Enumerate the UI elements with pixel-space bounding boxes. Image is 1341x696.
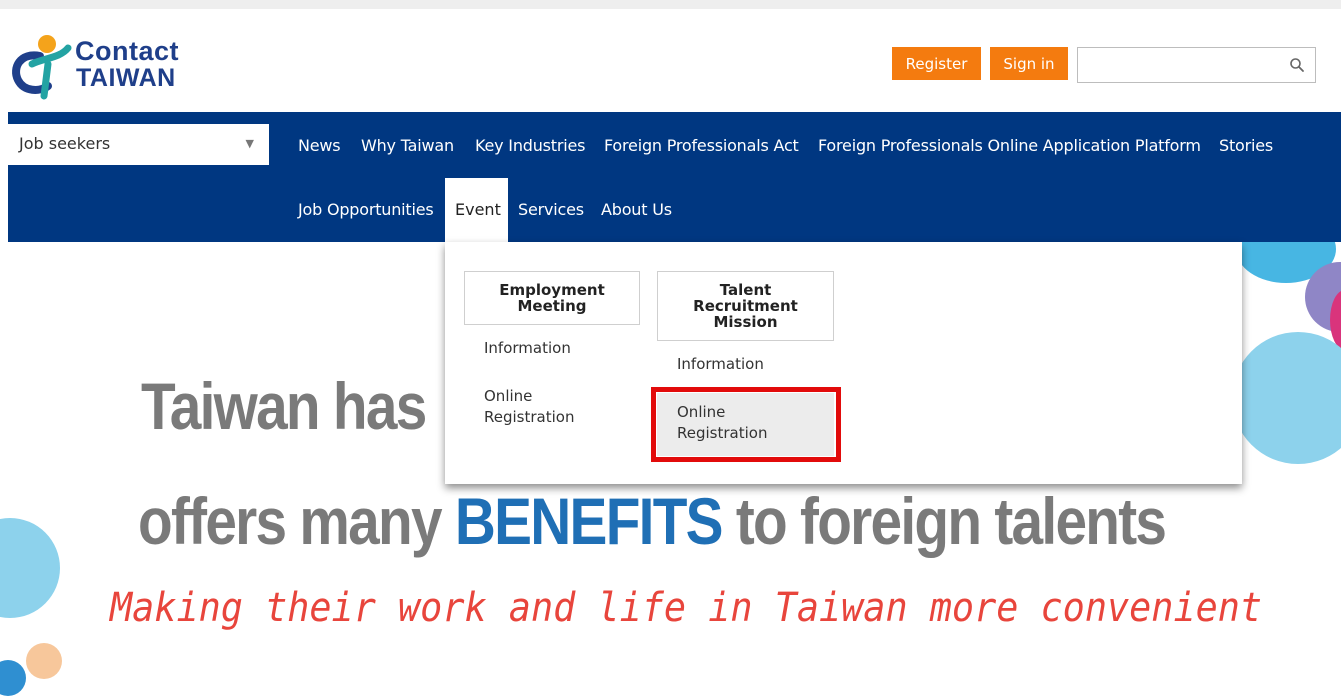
nav-services[interactable]: Services [518,200,584,219]
audience-select[interactable]: Job seekers ▼ [8,124,269,165]
sign-in-button[interactable]: Sign in [990,47,1068,80]
nav-event[interactable]: Event [455,200,501,219]
dropdown-heading-employment-meeting: Employment Meeting [464,271,640,325]
nav-about-us[interactable]: About Us [601,200,672,219]
nav-job-opportunities[interactable]: Job Opportunities [298,200,434,219]
nav-foreign-professionals-act[interactable]: Foreign Professionals Act [604,136,799,155]
decor-bubble [26,643,62,679]
talent-recruitment-information-link[interactable]: Information [677,354,764,375]
search-icon[interactable] [1289,57,1305,73]
employment-meeting-information-link[interactable]: Information [484,338,571,359]
register-button[interactable]: Register [892,47,981,80]
hero-headline-line1: Taiwan has [141,369,427,443]
hero-benefits-highlight: BENEFITS [454,484,724,558]
search-input[interactable] [1084,50,1288,82]
search-box[interactable] [1077,47,1316,83]
talent-recruitment-heading-text: Talent Recruitment Mission [693,281,798,331]
decor-bubble [0,518,60,618]
contact-taiwan-logo[interactable]: Contact TAIWAN [10,34,210,100]
nav-news[interactable]: News [298,136,341,155]
dropdown-heading-talent-recruitment-mission: Talent Recruitment Mission [657,271,834,341]
logo-text-contact: Contact [75,36,179,66]
nav-why-taiwan[interactable]: Why Taiwan [361,136,454,155]
nav-key-industries[interactable]: Key Industries [475,136,585,155]
chevron-down-icon: ▼ [245,137,254,150]
hero-tagline: Making their work and life in Taiwan mor… [110,585,1263,631]
employment-meeting-heading-text: Employment Meeting [499,281,605,315]
employment-meeting-online-registration-link[interactable]: Online Registration [484,386,594,428]
decor-bubble [1232,332,1341,464]
audience-select-value: Job seekers [19,134,111,153]
top-strip [0,0,1341,9]
decor-bubble [0,660,26,696]
hero-line2-pre: offers many [138,484,455,558]
nav-stories[interactable]: Stories [1219,136,1273,155]
nav-online-application-platform[interactable]: Foreign Professionals Online Application… [818,136,1201,155]
logo-icon [12,35,72,100]
hero-line2-post: to foreign talents [721,484,1167,558]
logo-text-taiwan: TAIWAN [76,64,176,92]
highlight-frame [651,387,841,462]
hero-headline-line2: offers many BENEFITS to foreign talents [138,483,1167,559]
